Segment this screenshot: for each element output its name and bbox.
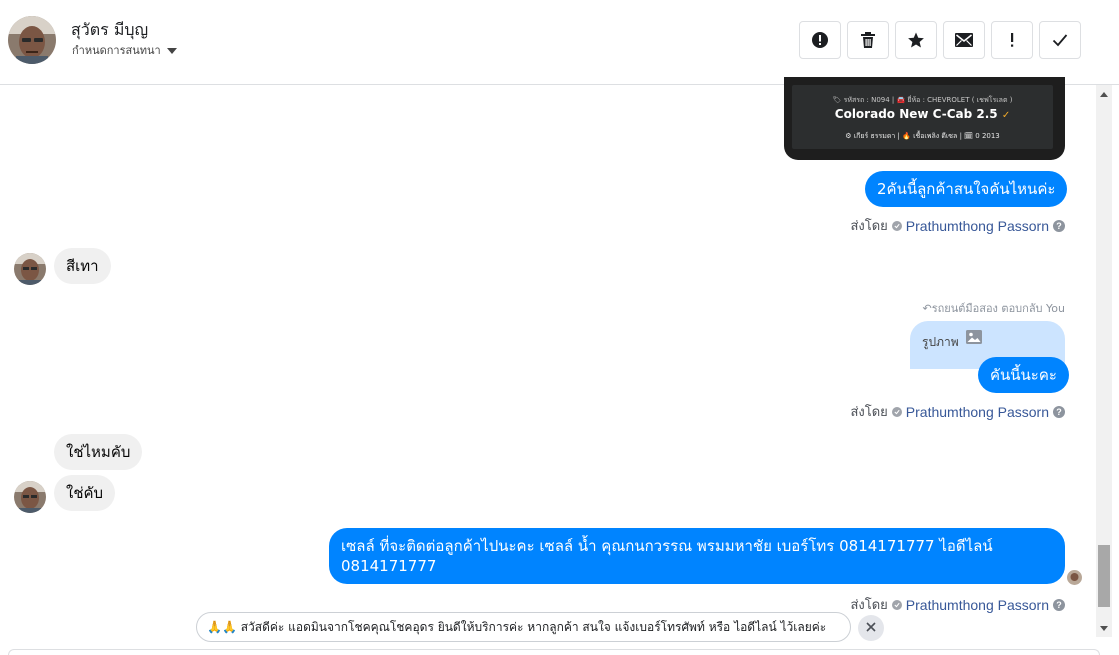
star-icon (907, 31, 925, 49)
conversation-header: สุวัตร มีบุญ กำหนดการสนทนา (0, 0, 1119, 85)
scroll-up-arrow-icon[interactable] (1100, 92, 1108, 97)
verified-icon: ✓ (1001, 110, 1011, 121)
reply-context-label: ↶รถยนต์มือสอง ตอบกลับ You (922, 299, 1065, 317)
car-listing-image[interactable]: 🏷 รหัสรถ : N094 | 🚘 ยี่ห้อ : CHEVROLET (… (784, 77, 1065, 160)
sender-link[interactable]: Prathumthong Passorn (906, 218, 1049, 234)
close-suggestion-button[interactable] (858, 615, 884, 641)
mark-unread-button[interactable] (943, 21, 985, 59)
message-outgoing[interactable]: เซลล์ ที่จะติดต่อลูกค้าไปนะคะ เซลล์ น้ำ … (329, 528, 1065, 584)
scroll-down-arrow-icon[interactable] (1100, 626, 1108, 631)
message-outgoing[interactable]: คันนี้นะคะ (978, 357, 1069, 393)
car-meta: 🏷 รหัสรถ : N094 | 🚘 ยี่ห้อ : CHEVROLET (… (832, 96, 1013, 104)
envelope-icon (955, 33, 973, 47)
contact-avatar-small[interactable] (14, 253, 46, 285)
seen-avatar (1067, 570, 1082, 585)
assign-label: กำหนดการสนทนา (72, 44, 161, 57)
follow-up-button[interactable] (991, 21, 1033, 59)
star-button[interactable] (895, 21, 937, 59)
sender-link[interactable]: Prathumthong Passorn (906, 404, 1049, 420)
sent-by-prefix: ส่งโดย (850, 219, 888, 234)
trash-icon (860, 31, 876, 49)
sent-by-row: ส่งโดย Prathumthong Passorn ? (850, 215, 1065, 236)
image-icon (965, 329, 983, 350)
reply-arrow-icon: ↶ (922, 302, 932, 315)
message-composer[interactable] (8, 649, 1100, 655)
verified-dot-icon (891, 599, 902, 610)
contact-name[interactable]: สุวัตร มีบุญ (71, 18, 148, 43)
delete-button[interactable] (847, 21, 889, 59)
sent-by-prefix: ส่งโดย (850, 598, 888, 613)
sent-by-prefix: ส่งโดย (850, 405, 888, 420)
verified-dot-icon (891, 220, 902, 231)
help-icon[interactable]: ? (1053, 405, 1065, 418)
car-model-text: Colorado New C-Cab 2.5 (834, 107, 998, 121)
sender-link[interactable]: Prathumthong Passorn (906, 597, 1049, 613)
check-icon (1052, 33, 1068, 47)
contact-avatar[interactable] (8, 16, 56, 64)
caret-down-icon (166, 47, 177, 54)
help-icon[interactable]: ? (1053, 219, 1065, 232)
alert-circle-icon (811, 31, 829, 49)
contact-avatar-small[interactable] (14, 481, 46, 513)
car-specs: ⚙ เกียร์ ธรรมดา | 🔥 เชื้อเพลิง ดีเซล | 🗓… (845, 132, 1000, 140)
scrollbar-thumb[interactable] (1098, 545, 1110, 607)
car-model: Colorado New C-Cab 2.5 ✓ (792, 107, 1053, 121)
sent-by-row: ส่งโดย Prathumthong Passorn ? (850, 401, 1065, 422)
spam-button[interactable] (799, 21, 841, 59)
reply-context-text: รถยนต์มือสอง ตอบกลับ You (931, 302, 1065, 315)
sent-by-row: ส่งโดย Prathumthong Passorn ? (850, 594, 1065, 615)
window-edge (1112, 85, 1119, 655)
verified-dot-icon (891, 406, 902, 417)
exclamation-icon (1009, 32, 1015, 48)
message-incoming[interactable]: ใช่ไหมคับ (54, 434, 143, 470)
message-incoming[interactable]: สีเทา (54, 248, 111, 284)
close-icon (866, 619, 876, 637)
message-outgoing[interactable]: 2คันนี้ลูกค้าสนใจคันไหนค่ะ (865, 171, 1068, 207)
quick-reply-suggestion[interactable]: 🙏🙏 สวัสดีค่ะ แอดมินจากโชคคุณโชคอุดร ยินด… (196, 612, 851, 642)
assign-conversation-dropdown[interactable]: กำหนดการสนทนา (72, 41, 177, 59)
car-info-panel: 🏷 รหัสรถ : N094 | 🚘 ยี่ห้อ : CHEVROLET (… (792, 85, 1053, 149)
help-icon[interactable]: ? (1053, 598, 1065, 611)
message-incoming[interactable]: ใช่คับ (54, 475, 116, 511)
message-list-scrollbar[interactable] (1096, 85, 1112, 637)
quoted-text: รูปภาพ (922, 335, 959, 349)
mark-done-button[interactable] (1039, 21, 1081, 59)
